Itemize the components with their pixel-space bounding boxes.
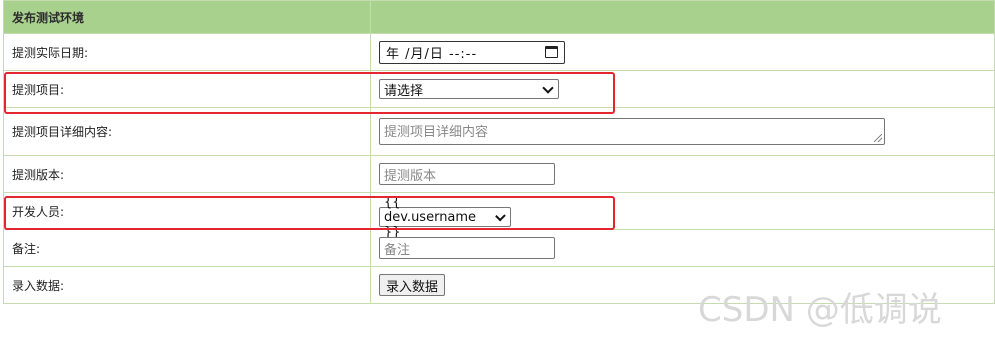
date-input[interactable]: 年 /月/日 --:--	[379, 40, 565, 64]
remark-input[interactable]: 备注	[379, 237, 555, 259]
submit-button[interactable]: 录入数据	[379, 274, 446, 296]
version-input[interactable]: 提测版本	[379, 163, 555, 185]
release-form: 发布测试环境 提测实际日期: 年 /月/日 --:-- 提测项目: 请选择 提测…	[3, 0, 995, 304]
calendar-icon[interactable]	[545, 46, 558, 58]
watermark: CSDN @低调说	[698, 290, 942, 330]
submit-label: 录入数据:	[3, 266, 371, 304]
detail-placeholder: 提测项目详细内容	[384, 125, 489, 140]
highlight-box-developer	[4, 196, 615, 230]
version-label: 提测版本:	[3, 155, 371, 193]
row-date: 提测实际日期: 年 /月/日 --:--	[3, 33, 995, 71]
version-placeholder: 提测版本	[384, 168, 437, 184]
resize-grip-icon[interactable]	[874, 134, 882, 142]
row-version: 提测版本: 提测版本	[3, 155, 995, 193]
form-header-spacer	[370, 0, 995, 34]
form-title: 发布测试环境	[3, 0, 371, 34]
highlight-box-project	[4, 72, 615, 114]
remark-placeholder: 备注	[384, 242, 411, 258]
date-input-value: 年 /月/日 --:--	[386, 46, 478, 62]
row-remark: 备注: 备注	[3, 229, 995, 267]
row-detail: 提测项目详细内容: 提测项目详细内容	[3, 107, 995, 156]
detail-label: 提测项目详细内容:	[3, 107, 371, 156]
date-label: 提测实际日期:	[3, 33, 371, 71]
form-header: 发布测试环境	[3, 0, 995, 34]
remark-label: 备注:	[3, 229, 371, 267]
detail-textarea[interactable]: 提测项目详细内容	[379, 118, 885, 145]
